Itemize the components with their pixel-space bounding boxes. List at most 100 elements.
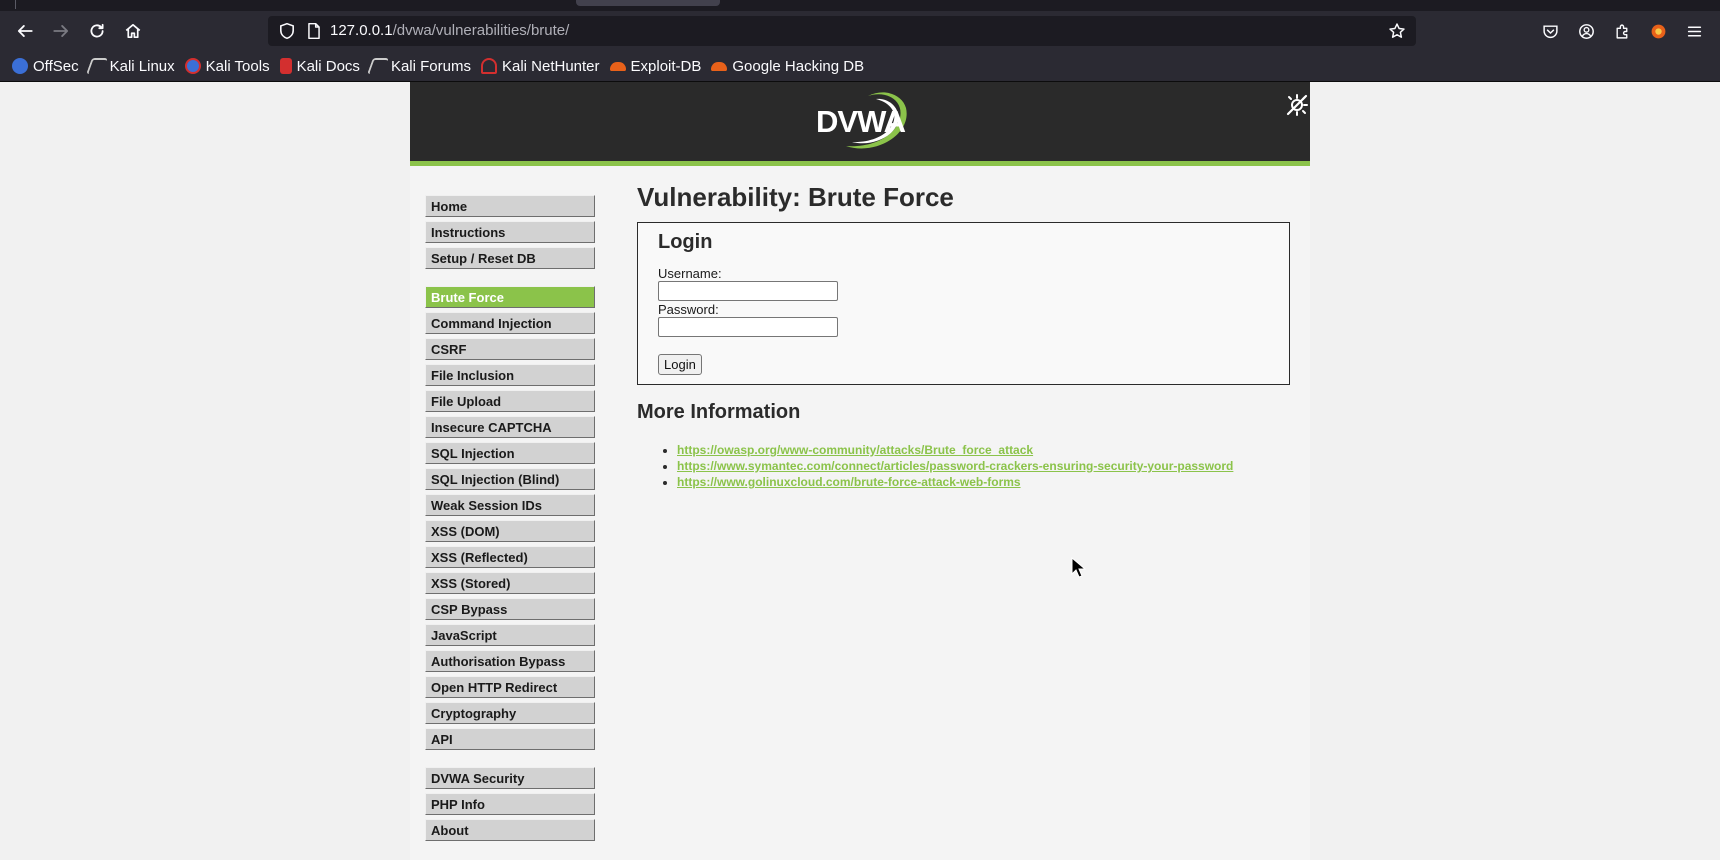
bookmark-kali-nethunter[interactable]: Kali NetHunter [480,57,600,75]
menu-item-insecure-captcha[interactable]: Insecure CAPTCHA [425,416,595,438]
kali-dragon-icon [367,58,389,74]
menu-item-brute-force[interactable]: Brute Force [425,286,595,308]
menu-item-dvwa-security[interactable]: DVWA Security [425,767,595,789]
login-form: Login Username: Password: Login [637,222,1290,385]
hamburger-menu-icon [1687,25,1701,37]
menu-item-file-upload[interactable]: File Upload [425,390,595,412]
menu-item-api[interactable]: API [425,728,595,750]
menu-group-general: Home Instructions Setup / Reset DB [425,195,595,269]
password-field[interactable] [658,317,838,337]
mouse-cursor-icon [1071,557,1087,578]
tab-strip [0,0,1720,11]
page-viewport: DVWA Home Instructions Setup / Reset DB … [0,82,1720,860]
home-button[interactable] [118,17,148,45]
home-icon [125,23,141,39]
menu-item-javascript[interactable]: JavaScript [425,624,595,646]
foxyproxy-icon [1651,24,1665,38]
bookmark-kali-forums[interactable]: Kali Forums [367,57,471,75]
symantec-link[interactable]: https://www.symantec.com/connect/article… [677,459,1233,473]
extensions-button[interactable] [1608,17,1636,45]
url-host: 127.0.0.1 [330,22,393,39]
menu-item-open-http-redirect[interactable]: Open HTTP Redirect [425,676,595,698]
bookmark-label: Kali Tools [205,57,270,75]
more-information-heading: More Information [637,401,801,423]
foxyproxy-button[interactable] [1644,17,1672,45]
list-item: https://owasp.org/www-community/attacks/… [677,442,1297,458]
bookmark-exploit-db[interactable]: Exploit-DB [609,57,702,75]
menu-item-authorisation-bypass[interactable]: Authorisation Bypass [425,650,595,672]
menu-item-xss-reflected[interactable]: XSS (Reflected) [425,546,595,568]
list-item: https://www.golinuxcloud.com/brute-force… [677,474,1297,490]
menu-item-xss-stored[interactable]: XSS (Stored) [425,572,595,594]
login-heading: Login [658,231,713,253]
menu-item-command-injection[interactable]: Command Injection [425,312,595,334]
pocket-icon [1542,24,1558,38]
side-menu: Home Instructions Setup / Reset DB Brute… [425,195,595,858]
site-header: DVWA [410,82,1310,166]
bookmark-kali-tools[interactable]: Kali Tools [184,57,270,75]
arrow-right-icon [53,25,69,37]
bookmark-google-hacking-db[interactable]: Google Hacking DB [711,58,864,75]
menu-item-cryptography[interactable]: Cryptography [425,702,595,724]
page-info-icon[interactable] [305,22,323,40]
address-bar[interactable]: 127.0.0.1/dvwa/vulnerabilities/brute/ [268,16,1416,46]
app-menu-button[interactable] [1680,17,1708,45]
page-container: DVWA Home Instructions Setup / Reset DB … [410,82,1310,860]
menu-item-csrf[interactable]: CSRF [425,338,595,360]
arrow-left-icon [17,25,33,37]
menu-group-settings: DVWA Security PHP Info About [425,767,595,841]
navigation-toolbar: 127.0.0.1/dvwa/vulnerabilities/brute/ [0,11,1720,51]
menu-item-about[interactable]: About [425,819,595,841]
menu-group-vulnerabilities: Brute Force Command Injection CSRF File … [425,286,595,750]
account-icon [1578,23,1594,39]
account-button[interactable] [1572,17,1600,45]
username-field[interactable] [658,281,838,301]
bookmark-star-icon[interactable] [1388,22,1406,40]
main-content: Vulnerability: Brute Force Login Usernam… [637,182,1297,490]
bookmark-label: Kali Linux [109,57,175,75]
pocket-button[interactable] [1536,17,1564,45]
bookmark-label: Kali NetHunter [501,57,600,75]
menu-item-file-inclusion[interactable]: File Inclusion [425,364,595,386]
owasp-link[interactable]: https://owasp.org/www-community/attacks/… [677,443,1033,457]
logo-text: DVWA [816,104,906,139]
tracking-shield-icon[interactable] [278,22,296,40]
url-text[interactable]: 127.0.0.1/dvwa/vulnerabilities/brute/ [330,22,569,39]
bookmarks-toolbar: OffSec Kali Linux Kali Tools Kali Docs K… [0,51,1720,82]
reload-icon [90,23,104,38]
forward-button[interactable] [46,17,76,45]
theme-toggle-icon[interactable] [1284,92,1308,116]
menu-item-instructions[interactable]: Instructions [425,221,595,243]
reload-button[interactable] [82,17,112,45]
menu-item-xss-dom[interactable]: XSS (DOM) [425,520,595,542]
nethunter-icon [480,58,497,74]
kali-tools-icon [184,58,201,74]
golinuxcloud-link[interactable]: https://www.golinuxcloud.com/brute-force… [677,475,1021,489]
url-path: /dvwa/vulnerabilities/brute/ [392,22,570,39]
puzzle-icon [1615,24,1627,39]
bookmark-label: Kali Forums [390,57,471,75]
back-button[interactable] [10,17,40,45]
offsec-icon [12,58,28,74]
ghdb-icon [711,61,728,71]
kali-docs-icon [279,58,292,74]
bookmark-label: Exploit-DB [630,57,702,75]
active-tab[interactable] [576,0,720,6]
tab-separator [15,0,16,9]
menu-item-home[interactable]: Home [425,195,595,217]
menu-item-setup-reset-db[interactable]: Setup / Reset DB [425,247,595,269]
menu-item-php-info[interactable]: PHP Info [425,793,595,815]
login-button[interactable]: Login [658,354,702,375]
bookmark-label: OffSec [33,57,79,75]
menu-item-csp-bypass[interactable]: CSP Bypass [425,598,595,620]
dvwa-logo[interactable]: DVWA [806,90,914,154]
kali-dragon-icon [85,58,108,74]
menu-item-weak-session-ids[interactable]: Weak Session IDs [425,494,595,516]
page-title: Vulnerability: Brute Force [637,182,954,212]
menu-item-sql-injection-blind[interactable]: SQL Injection (Blind) [425,468,595,490]
bookmark-offsec[interactable]: OffSec [12,58,79,75]
bookmark-label: Google Hacking DB [732,57,865,75]
menu-item-sql-injection[interactable]: SQL Injection [425,442,595,464]
bookmark-kali-docs[interactable]: Kali Docs [279,58,360,75]
bookmark-kali-linux[interactable]: Kali Linux [85,57,175,75]
